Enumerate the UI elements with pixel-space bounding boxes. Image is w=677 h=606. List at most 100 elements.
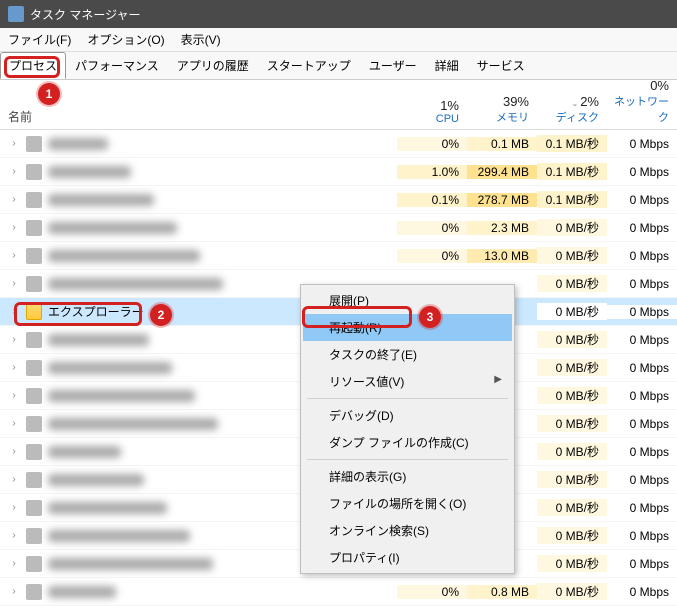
cell-net: 0 Mbps — [607, 389, 677, 403]
menu-item-search-online[interactable]: オンライン検索(S) — [303, 517, 512, 544]
menubar: ファイル(F) オプション(O) 表示(V) — [0, 28, 677, 52]
cell-mem: 299.4 MB — [467, 165, 537, 179]
expand-icon[interactable]: › — [8, 250, 20, 261]
blurred-text — [48, 530, 190, 542]
titlebar: タスク マネージャー — [0, 0, 677, 28]
column-headers: 名前 1% CPU 39% メモリ ⌄2% ディスク 0% ネットワーク — [0, 90, 677, 130]
menu-item-show-details[interactable]: 詳細の表示(G) — [303, 463, 512, 490]
tab-performance[interactable]: パフォーマンス — [66, 52, 168, 79]
blurred-text — [48, 502, 167, 514]
app-icon — [26, 416, 42, 432]
app-icon — [26, 584, 42, 600]
menu-item-restart[interactable]: 再起動(R) — [303, 314, 512, 341]
header-network[interactable]: 0% ネットワーク — [607, 90, 677, 129]
menu-item-debug[interactable]: デバッグ(D) — [303, 402, 512, 429]
annotation-marker-3: 3 — [419, 306, 441, 328]
tab-users[interactable]: ユーザー — [360, 52, 426, 79]
header-disk-pct: ⌄2% — [537, 94, 599, 109]
table-row[interactable]: ›0%13.0 MB0 MB/秒0 Mbps — [0, 242, 677, 270]
expand-icon[interactable]: › — [8, 222, 20, 233]
cell-name: › — [0, 164, 397, 180]
header-cpu-pct: 1% — [397, 98, 459, 113]
menu-item-open-location[interactable]: ファイルの場所を開く(O) — [303, 490, 512, 517]
cell-net: 0 Mbps — [607, 417, 677, 431]
app-icon — [26, 528, 42, 544]
menu-item-resource-values[interactable]: リソース値(V) ▶ — [303, 368, 512, 395]
app-icon — [26, 332, 42, 348]
cell-mem: 2.3 MB — [467, 221, 537, 235]
cell-net: 0 Mbps — [607, 361, 677, 375]
cell-net: 0 Mbps — [607, 137, 677, 151]
blurred-text — [48, 334, 149, 346]
menu-view[interactable]: 表示(V) — [173, 31, 229, 48]
expand-icon[interactable]: › — [8, 502, 20, 513]
app-icon — [26, 220, 42, 236]
annotation-marker-2: 2 — [150, 304, 172, 326]
tab-app-history[interactable]: アプリの履歴 — [168, 52, 258, 79]
menu-item-end-task[interactable]: タスクの終了(E) — [303, 341, 512, 368]
cell-disk: 0 MB/秒 — [537, 443, 607, 460]
cell-net: 0 Mbps — [607, 529, 677, 543]
tab-startup[interactable]: スタートアップ — [258, 52, 360, 79]
table-row[interactable]: ›0%0.8 MB0 MB/秒0 Mbps — [0, 578, 677, 606]
expand-icon[interactable]: › — [8, 194, 20, 205]
menu-item-expand[interactable]: 展開(P) — [303, 287, 512, 314]
expand-icon[interactable]: › — [8, 530, 20, 541]
tab-details[interactable]: 詳細 — [426, 52, 468, 79]
blurred-text — [48, 418, 218, 430]
menu-item-resource-values-label: リソース値(V) — [329, 375, 404, 389]
cell-disk: 0 MB/秒 — [537, 303, 607, 320]
cell-disk: 0 MB/秒 — [537, 527, 607, 544]
header-cpu-label: CPU — [397, 113, 459, 125]
cell-cpu: 0.1% — [397, 193, 467, 207]
cell-net: 0 Mbps — [607, 445, 677, 459]
header-memory-pct: 39% — [467, 94, 529, 109]
header-network-pct: 0% — [607, 78, 669, 93]
table-row[interactable]: ›0%0.1 MB0.1 MB/秒0 Mbps — [0, 130, 677, 158]
expand-icon[interactable]: › — [8, 138, 20, 149]
expand-icon[interactable]: › — [8, 586, 20, 597]
menu-file[interactable]: ファイル(F) — [0, 31, 79, 48]
expand-icon[interactable]: › — [8, 418, 20, 429]
annotation-marker-1: 1 — [38, 83, 60, 105]
expand-icon[interactable]: › — [8, 334, 20, 345]
app-icon — [26, 192, 42, 208]
cell-mem: 13.0 MB — [467, 249, 537, 263]
app-icon — [26, 136, 42, 152]
expand-icon[interactable]: › — [8, 278, 20, 289]
expand-icon[interactable]: › — [8, 390, 20, 401]
cell-disk: 0 MB/秒 — [537, 219, 607, 236]
cell-disk: 0 MB/秒 — [537, 387, 607, 404]
table-row[interactable]: ›0%2.3 MB0 MB/秒0 Mbps — [0, 214, 677, 242]
cell-name: › — [0, 220, 397, 236]
header-network-label: ネットワーク — [607, 93, 669, 125]
table-row[interactable]: ›0.1%278.7 MB0.1 MB/秒0 Mbps — [0, 186, 677, 214]
menu-item-create-dump[interactable]: ダンプ ファイルの作成(C) — [303, 429, 512, 456]
table-row[interactable]: ›1.0%299.4 MB0.1 MB/秒0 Mbps — [0, 158, 677, 186]
tab-processes[interactable]: プロセス — [0, 52, 66, 79]
submenu-arrow-icon: ▶ — [494, 374, 502, 385]
header-cpu[interactable]: 1% CPU — [397, 90, 467, 129]
blurred-text — [48, 586, 116, 598]
blurred-text — [48, 138, 108, 150]
menu-item-properties[interactable]: プロパティ(I) — [303, 544, 512, 571]
expand-icon[interactable]: › — [8, 306, 20, 317]
tab-services[interactable]: サービス — [468, 52, 534, 79]
header-memory[interactable]: 39% メモリ — [467, 90, 537, 129]
menu-separator — [307, 459, 508, 460]
cell-disk: 0 MB/秒 — [537, 583, 607, 600]
expand-icon[interactable]: › — [8, 362, 20, 373]
expand-icon[interactable]: › — [8, 166, 20, 177]
cell-cpu: 0% — [397, 221, 467, 235]
header-memory-label: メモリ — [467, 109, 529, 125]
cell-cpu: 0% — [397, 585, 467, 599]
app-icon — [26, 360, 42, 376]
cell-disk: 0 MB/秒 — [537, 247, 607, 264]
expand-icon[interactable]: › — [8, 446, 20, 457]
blurred-text — [48, 446, 121, 458]
expand-icon[interactable]: › — [8, 474, 20, 485]
window-title: タスク マネージャー — [30, 6, 141, 23]
process-name: エクスプローラー — [48, 303, 144, 320]
menu-options[interactable]: オプション(O) — [79, 31, 172, 48]
header-disk[interactable]: ⌄2% ディスク — [537, 90, 607, 129]
